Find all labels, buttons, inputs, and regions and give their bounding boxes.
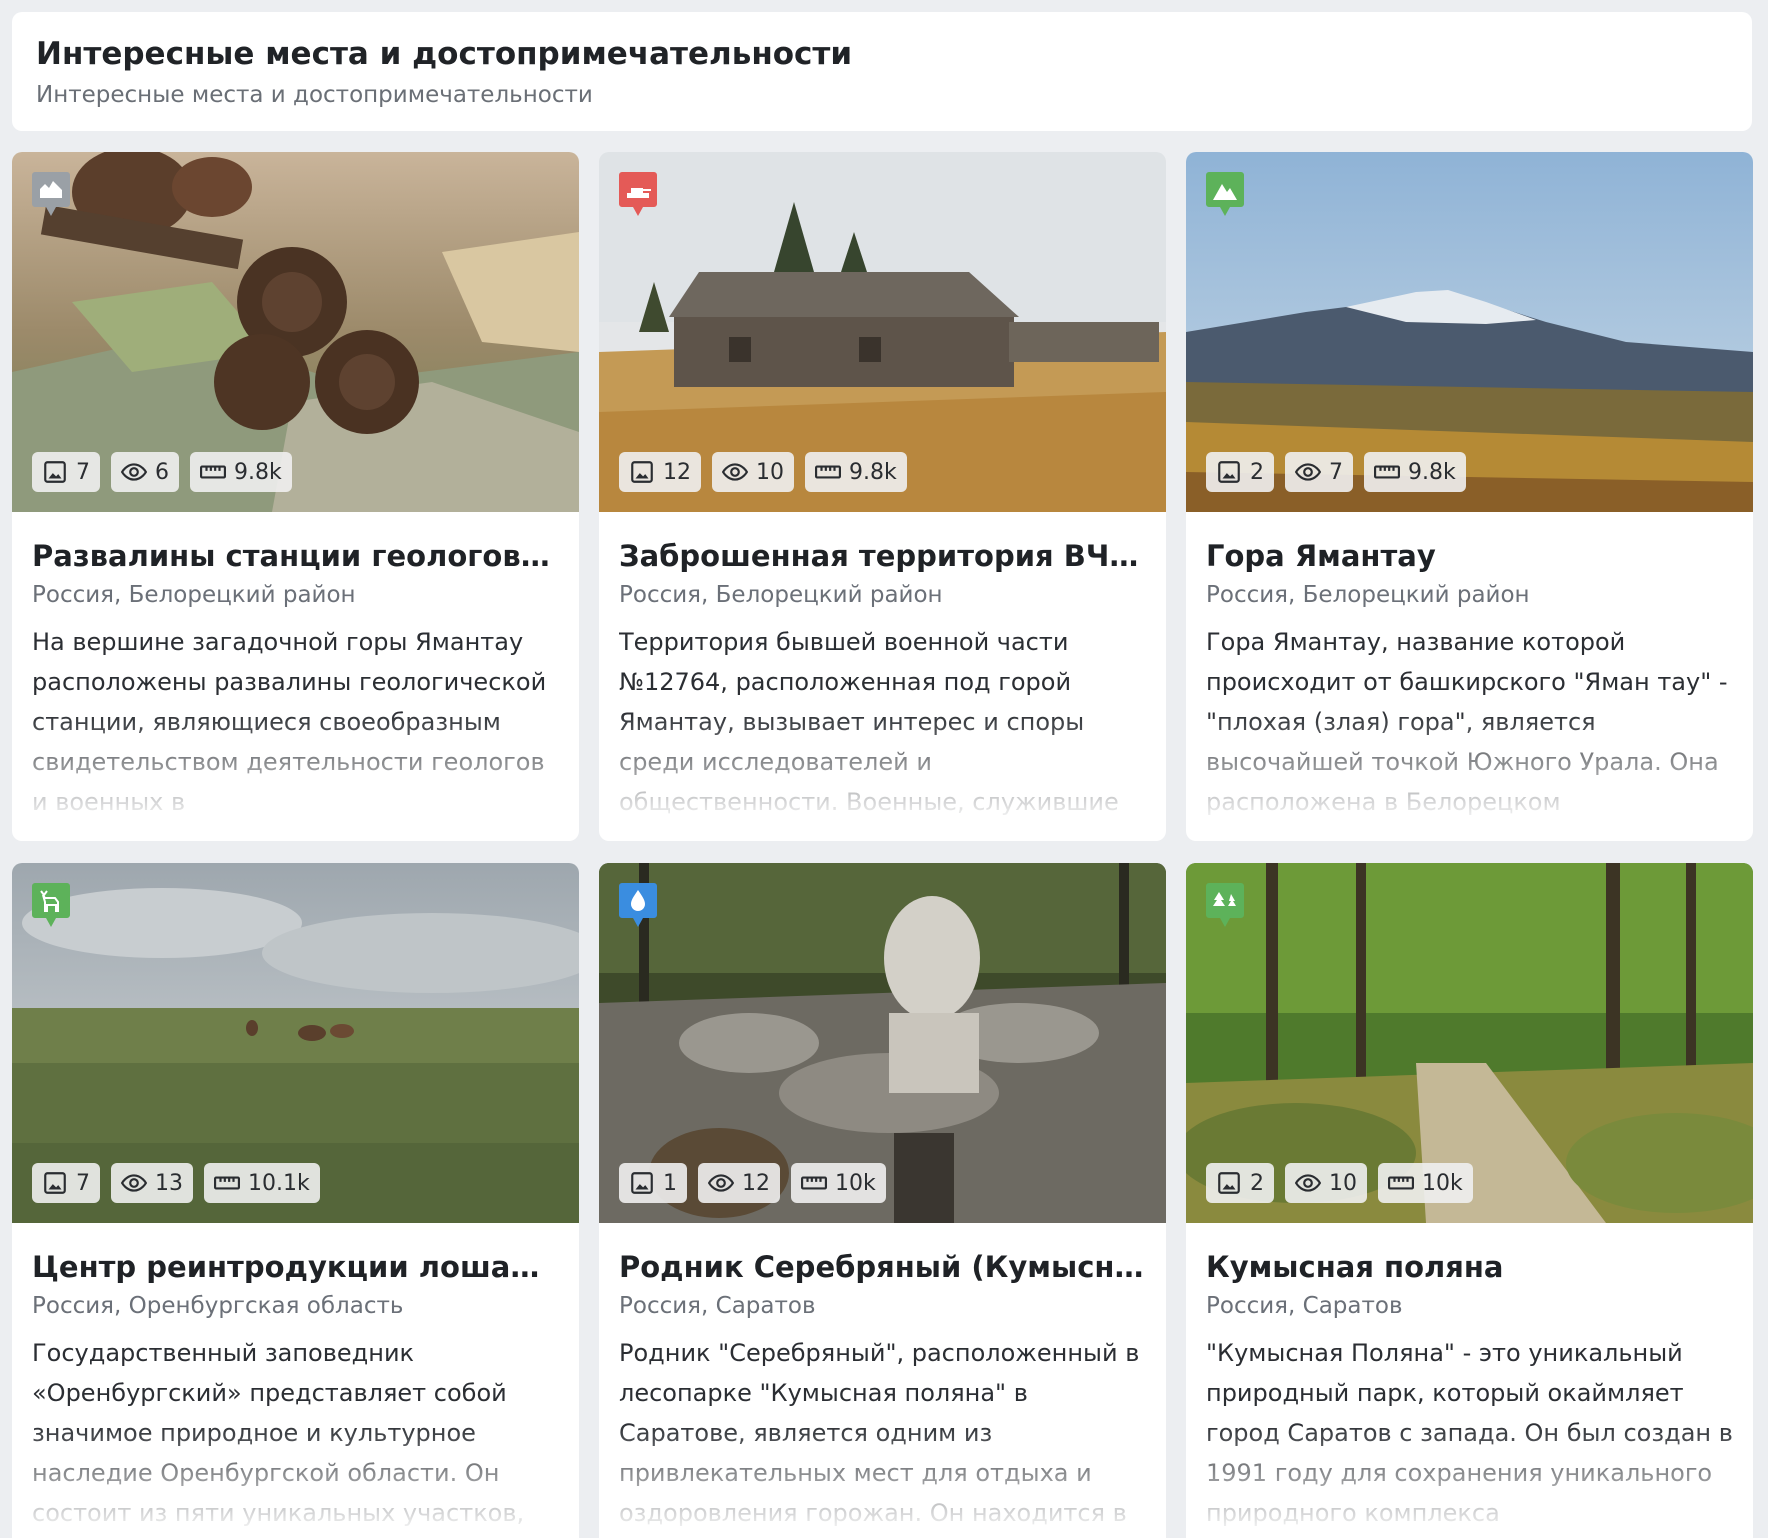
- card-location: Россия, Саратов: [1206, 1293, 1403, 1320]
- water-drop-icon: [619, 883, 657, 927]
- place-card[interactable]: 1 12 10k Родник Серебряный (Кумысная ...…: [599, 863, 1166, 1538]
- image-icon: [631, 461, 653, 483]
- distance: 10.1k: [204, 1163, 320, 1203]
- places-grid: 7 6 9.8k Развалины станции геологов (Я..…: [12, 152, 1753, 1538]
- card-description: Гора Ямантау, название которой происходи…: [1206, 622, 1733, 823]
- eye-icon: [1295, 463, 1321, 481]
- page-subtitle: Интересные места и достопримечательности: [36, 82, 593, 109]
- page-title: Интересные места и достопримечательности: [36, 36, 853, 72]
- card-location: Россия, Саратов: [619, 1293, 816, 1320]
- image-icon: [44, 1172, 66, 1194]
- place-photo[interactable]: 7 6 9.8k: [12, 152, 579, 512]
- views-count: 7: [1285, 452, 1353, 492]
- card-description: Родник "Серебряный", расположенный в лес…: [619, 1333, 1146, 1534]
- place-card[interactable]: 2 10 10k Кумысная поляна Россия, Саратов…: [1186, 863, 1753, 1538]
- ruins-icon: [32, 172, 70, 216]
- deer-icon: [32, 883, 70, 927]
- image-icon: [44, 461, 66, 483]
- distance: 10k: [791, 1163, 886, 1203]
- forest-icon: [1206, 883, 1244, 927]
- eye-icon: [708, 1174, 734, 1192]
- eye-icon: [121, 1174, 147, 1192]
- place-photo[interactable]: 7 13 10.1k: [12, 863, 579, 1223]
- ruler-icon: [1388, 1176, 1414, 1190]
- card-title[interactable]: Развалины станции геологов (Я...: [32, 538, 559, 574]
- card-title[interactable]: Кумысная поляна: [1206, 1249, 1733, 1285]
- place-card[interactable]: 7 13 10.1k Центр реинтродукции лошади П.…: [12, 863, 579, 1538]
- photos-count: 1: [619, 1163, 687, 1203]
- card-location: Россия, Белорецкий район: [619, 582, 943, 609]
- mountain-icon: [1206, 172, 1244, 216]
- place-photo[interactable]: 12 10 9.8k: [599, 152, 1166, 512]
- card-location: Россия, Белорецкий район: [32, 582, 356, 609]
- image-icon: [1218, 1172, 1240, 1194]
- place-photo[interactable]: 1 12 10k: [599, 863, 1166, 1223]
- card-description: "Кумысная Поляна" - это уникальный приро…: [1206, 1333, 1733, 1534]
- views-count: 12: [698, 1163, 780, 1203]
- card-description: Территория бывшей военной части №12764, …: [619, 622, 1146, 823]
- photos-count: 2: [1206, 1163, 1274, 1203]
- distance: 9.8k: [1364, 452, 1466, 492]
- photo-stats: 7 6 9.8k: [32, 452, 292, 492]
- ruler-icon: [1374, 465, 1400, 479]
- page-header: Интересные места и достопримечательности…: [12, 12, 1752, 131]
- card-title[interactable]: Гора Ямантау: [1206, 538, 1733, 574]
- distance: 9.8k: [190, 452, 292, 492]
- photo-stats: 1 12 10k: [619, 1163, 886, 1203]
- photo-stats: 12 10 9.8k: [619, 452, 907, 492]
- eye-icon: [722, 463, 748, 481]
- photo-stats: 2 10 10k: [1206, 1163, 1473, 1203]
- photo-stats: 7 13 10.1k: [32, 1163, 320, 1203]
- place-card[interactable]: 7 6 9.8k Развалины станции геологов (Я..…: [12, 152, 579, 841]
- place-photo[interactable]: 2 10 10k: [1186, 863, 1753, 1223]
- place-card[interactable]: 12 10 9.8k Заброшенная территория ВЧ 12.…: [599, 152, 1166, 841]
- card-description: Государственный заповедник «Оренбургский…: [32, 1333, 559, 1534]
- views-count: 10: [1285, 1163, 1367, 1203]
- ruler-icon: [801, 1176, 827, 1190]
- place-card[interactable]: 2 7 9.8k Гора Ямантау Россия, Белорецкий…: [1186, 152, 1753, 841]
- image-icon: [1218, 461, 1240, 483]
- card-title[interactable]: Центр реинтродукции лошади П...: [32, 1249, 559, 1285]
- card-location: Россия, Оренбургская область: [32, 1293, 404, 1320]
- card-title[interactable]: Заброшенная территория ВЧ 12...: [619, 538, 1146, 574]
- distance: 9.8k: [805, 452, 907, 492]
- distance: 10k: [1378, 1163, 1473, 1203]
- tank-icon: [619, 172, 657, 216]
- ruler-icon: [815, 465, 841, 479]
- ruler-icon: [200, 465, 226, 479]
- views-count: 10: [712, 452, 794, 492]
- photos-count: 7: [32, 452, 100, 492]
- photo-stats: 2 7 9.8k: [1206, 452, 1466, 492]
- eye-icon: [1295, 1174, 1321, 1192]
- views-count: 13: [111, 1163, 193, 1203]
- place-photo[interactable]: 2 7 9.8k: [1186, 152, 1753, 512]
- card-description: На вершине загадочной горы Ямантау распо…: [32, 622, 559, 823]
- photos-count: 7: [32, 1163, 100, 1203]
- card-title[interactable]: Родник Серебряный (Кумысная ...: [619, 1249, 1146, 1285]
- photos-count: 2: [1206, 452, 1274, 492]
- eye-icon: [121, 463, 147, 481]
- ruler-icon: [214, 1176, 240, 1190]
- image-icon: [631, 1172, 653, 1194]
- photos-count: 12: [619, 452, 701, 492]
- views-count: 6: [111, 452, 179, 492]
- card-location: Россия, Белорецкий район: [1206, 582, 1530, 609]
